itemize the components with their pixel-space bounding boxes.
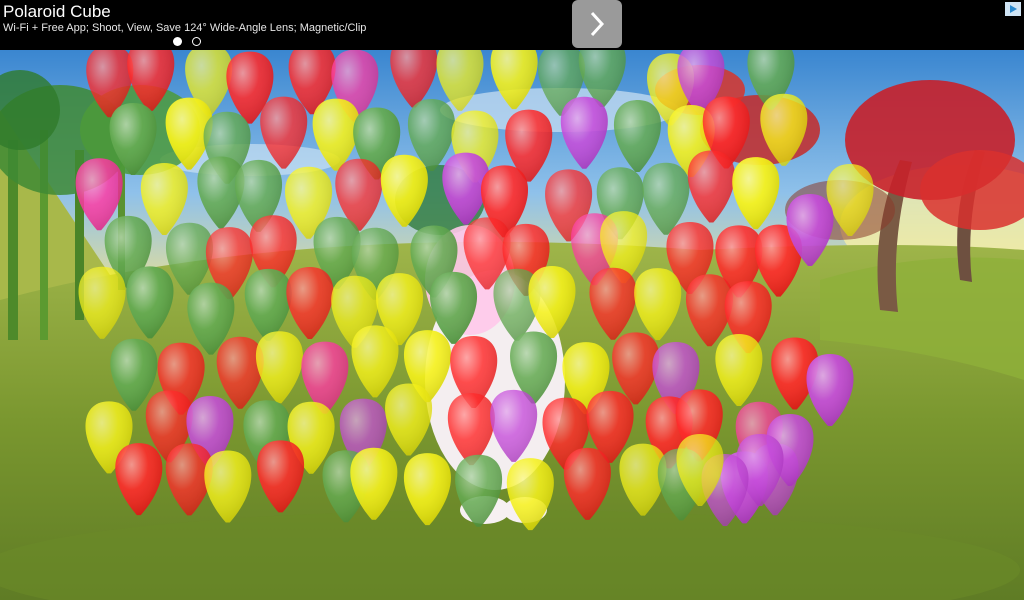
carousel-dot-active[interactable] bbox=[173, 37, 182, 46]
ad-banner[interactable]: Polaroid Cube Wi-Fi + Free App; Shoot, V… bbox=[0, 0, 1024, 50]
ad-subtitle[interactable]: Wi-Fi + Free App; Shoot, View, Save 124°… bbox=[3, 22, 366, 34]
chevron-right-icon bbox=[590, 11, 605, 37]
scene-canvas bbox=[0, 50, 1024, 600]
game-scene[interactable] bbox=[0, 50, 1024, 600]
adchoices-icon bbox=[1010, 5, 1017, 13]
adchoices-button[interactable] bbox=[1005, 2, 1021, 16]
ad-next-button[interactable] bbox=[572, 0, 622, 48]
ad-carousel-dots bbox=[173, 37, 201, 46]
carousel-dot-inactive[interactable] bbox=[192, 37, 201, 46]
ad-title[interactable]: Polaroid Cube bbox=[3, 2, 111, 22]
